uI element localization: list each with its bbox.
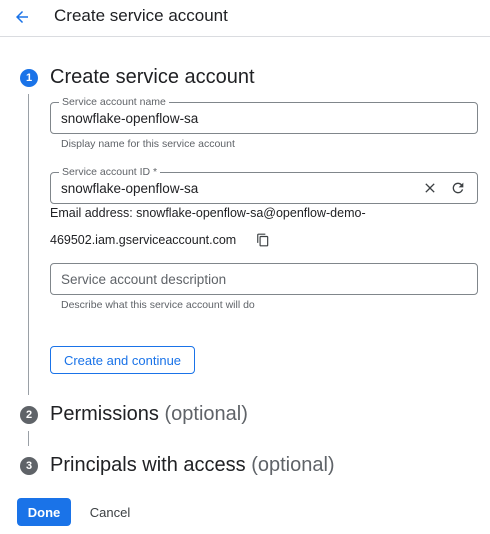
step-3-title-text: Principals with access: [50, 454, 246, 476]
clear-id-button[interactable]: [420, 178, 440, 198]
create-and-continue-button[interactable]: Create and continue: [50, 346, 195, 374]
back-button[interactable]: [9, 4, 35, 30]
service-account-name-label: Service account name: [59, 96, 169, 108]
step-2-indicator: 2: [20, 406, 38, 424]
service-account-name-field[interactable]: Service account name snowflake-openflow-…: [50, 96, 478, 134]
copy-icon: [257, 233, 269, 247]
page-title: Create service account: [54, 6, 228, 25]
step-1-connector: [28, 94, 29, 395]
step-1-title[interactable]: Create service account: [50, 65, 255, 89]
service-account-id-value: snowflake-openflow-sa: [61, 181, 199, 196]
step-2-connector: [28, 431, 29, 446]
step-3-title[interactable]: Principals with access (optional): [50, 453, 335, 477]
service-account-id-label: Service account ID *: [59, 166, 161, 178]
email-address-line-2: 469502.iam.gserviceaccount.com: [50, 233, 237, 247]
step-1-title-text: Create service account: [50, 66, 255, 88]
service-account-name-value: snowflake-openflow-sa: [61, 111, 199, 126]
step-3-indicator: 3: [20, 457, 38, 475]
step-1-indicator: 1: [20, 69, 38, 87]
service-account-id-field[interactable]: Service account ID * snowflake-openflow-…: [50, 166, 478, 204]
service-account-description-hint: Describe what this service account will …: [61, 299, 255, 311]
arrow-back-icon: [16, 11, 28, 23]
service-account-name-hint: Display name for this service account: [61, 138, 235, 150]
copy-email-button[interactable]: [253, 230, 273, 250]
regenerate-id-button[interactable]: [448, 178, 468, 198]
email-address-line-1: Email address: snowflake-openflow-sa@ope…: [50, 206, 366, 220]
service-account-description-field[interactable]: Service account description: [50, 263, 478, 295]
cancel-button[interactable]: Cancel: [81, 498, 139, 526]
step-3-optional-label: (optional): [251, 454, 335, 476]
done-button[interactable]: Done: [17, 498, 71, 526]
service-account-description-placeholder: Service account description: [61, 272, 227, 287]
page-header: Create service account: [0, 0, 490, 37]
close-icon: [425, 183, 435, 193]
step-2-optional-label: (optional): [164, 403, 248, 425]
refresh-icon: [452, 182, 464, 194]
step-2-title-text: Permissions: [50, 403, 159, 425]
step-2-title[interactable]: Permissions (optional): [50, 402, 248, 426]
